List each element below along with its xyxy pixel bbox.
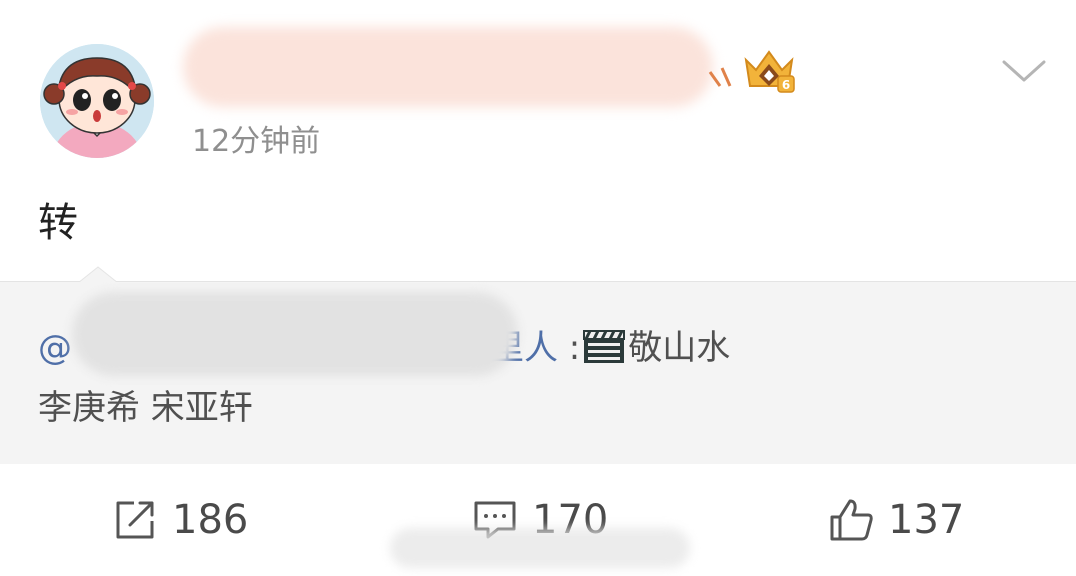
mention-separator: : — [558, 328, 581, 368]
clapperboard-icon — [582, 327, 626, 365]
cartoon-girl-avatar-image — [40, 44, 154, 158]
share-icon — [116, 501, 154, 539]
badge-level: 6 — [782, 78, 790, 92]
original-post-names: 李庚希 宋亚轩 — [38, 388, 253, 428]
post-body-text: 转 — [38, 200, 78, 246]
repost-pointer-caret — [78, 266, 118, 284]
original-post-title: 敬山水 — [628, 328, 731, 368]
like-button[interactable]: 137 — [828, 490, 964, 550]
username-fragment — [708, 67, 732, 87]
vip-crown-badge[interactable]: 6 — [740, 46, 798, 96]
like-count: 137 — [888, 497, 965, 543]
repost-count: 186 — [172, 497, 249, 543]
avatar[interactable] — [40, 44, 154, 158]
repost-button[interactable]: 186 — [112, 490, 248, 550]
mention-username-redacted[interactable] — [72, 292, 518, 376]
username-redacted[interactable] — [183, 27, 713, 107]
redacted-overlay — [390, 528, 690, 568]
crown-badge-icon: 6 — [744, 50, 795, 93]
thumbs-up-icon — [830, 499, 873, 541]
mention-at-symbol[interactable]: @ — [38, 328, 72, 368]
chevron-down-icon[interactable] — [1000, 54, 1048, 88]
post-timestamp: 12分钟前 — [192, 124, 321, 159]
